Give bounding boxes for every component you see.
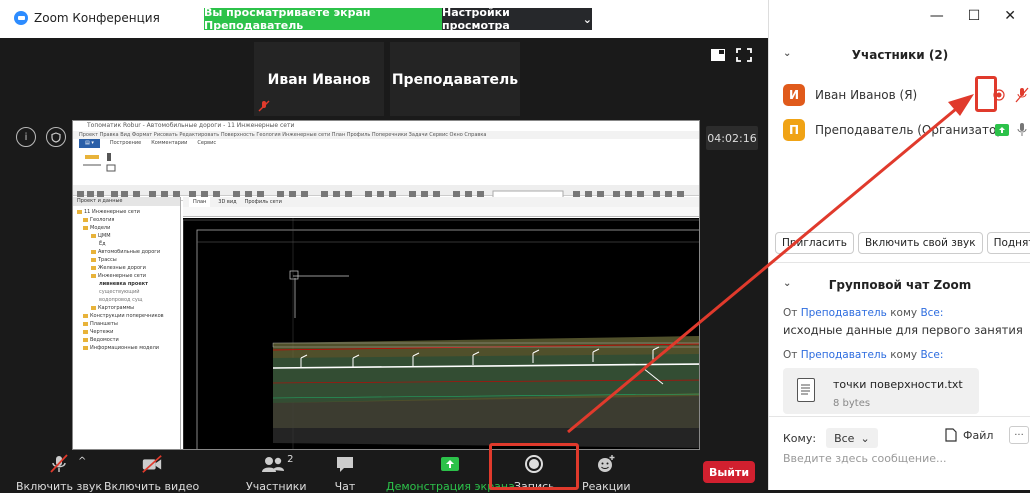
chevron-down-icon: ⌄ [582,12,592,26]
zoom-window: Zoom Конференция Вы просматриваете экран… [0,0,1030,493]
chevron-down-icon[interactable]: ⌄ [783,278,791,289]
raise-hand-button[interactable]: Поднять руку [986,232,1030,254]
participants-count: 2 [287,453,294,465]
chevron-down-icon: ⌄ [860,431,870,445]
chevron-up-icon: ^ [78,456,87,467]
divider [769,416,1030,417]
shared-toolbar [73,185,699,199]
mic-icon[interactable] [1017,122,1027,138]
participants-icon [262,457,285,472]
avatar: П [783,119,805,141]
viewing-banner: Вы просматриваете экран Преподаватель [204,6,442,32]
reactions-button[interactable]: Реакции [582,454,631,493]
cad-drawing [183,218,699,449]
participants-button[interactable]: 2 Участники [246,454,307,493]
fullscreen-icon[interactable] [736,48,752,62]
project-tree: Проект и данные 11 Инженерные сети Геоло… [73,197,181,449]
chat-header: ⌄ Групповой чат Zoom [783,278,972,292]
chat-meta: От Преподаватель кому Все: [783,349,944,361]
title-bar: Zoom Конференция Вы просматриваете экран… [0,0,768,38]
sender-link[interactable]: Преподаватель [801,307,887,319]
ribbon-menu-icon: ▤ ▾ [79,139,100,148]
close-icon[interactable]: ✕ [1004,8,1016,24]
participant-actions: Пригласить Включить свой звук Поднять ру… [769,232,1030,256]
mic-muted-icon [258,100,270,112]
meeting-toolbar: Включить звук ^ Включить видео 2 Участни… [0,450,768,493]
mic-muted-icon [50,454,68,473]
recording-indicator-highlight-box [975,76,997,112]
app-title: Zoom Конференция [14,11,160,25]
chat-message-text: исходные данные для первого занятия [783,323,1023,337]
chat-button[interactable]: Чат [334,454,356,493]
invite-button[interactable]: Пригласить [775,232,854,254]
participant-row[interactable]: П Преподаватель (Организатор) [783,117,1030,143]
chevron-down-icon[interactable]: ⌄ [783,48,791,59]
file-icon [945,428,957,442]
participant-name: Преподаватель (Организатор) [815,123,1009,137]
file-name: точки поверхности.txt [833,378,963,391]
meeting-timer: 04:02:16 [706,126,758,150]
file-attachment[interactable]: точки поверхности.txt 8 bytes [783,368,979,414]
meeting-area: Zoom Конференция Вы просматриваете экран… [0,0,768,493]
chat-input[interactable]: Введите здесь сообщение... [783,452,947,465]
thumbnail-teacher[interactable]: Преподаватель [390,42,520,116]
participant-name: Иван Иванов (Я) [815,88,918,102]
window-controls: — ☐ ✕ [930,8,1030,24]
mic-muted-icon[interactable] [1015,87,1029,103]
zoom-logo-icon [14,11,28,25]
meeting-info-controls: i [16,127,66,147]
mute-options-chevron[interactable]: ^ [78,456,86,467]
view-settings-button[interactable]: Настройки просмотра ⌄ [442,6,592,32]
more-options-button[interactable]: ··· [1009,426,1029,444]
thumbnail-ivan[interactable]: Иван Иванов [254,42,384,116]
recipient-select[interactable]: Все ⌄ [826,428,878,448]
file-size: 8 bytes [833,398,871,409]
info-icon[interactable]: i [16,127,36,147]
shared-app-menu: Проект Правка Вид Формат Рисовать Редакт… [73,131,699,139]
leave-button[interactable]: Выйти [703,461,755,483]
view-toolbar [183,207,699,217]
side-panel: — ☐ ✕ ⌄ Участники (2) И Иван Иванов (Я) … [768,0,1030,490]
minimize-icon[interactable]: — [930,8,944,24]
sharing-screen-icon [995,124,1009,136]
reactions-icon [598,455,615,472]
shared-app-title: Топоматик Robur - Автомобильные дороги -… [73,121,699,131]
gallery-layout-icon[interactable] [710,48,726,62]
mute-button[interactable]: Включить звук [16,454,102,493]
shield-icon[interactable] [46,127,66,147]
chat-meta: От Преподаватель кому Все: [783,307,944,319]
divider [769,262,1030,263]
shared-screen: Топоматик Robur - Автомобильные дороги -… [72,120,700,450]
video-thumbnails: Иван Иванов Преподаватель [0,38,768,120]
sender-link[interactable]: Преподаватель [801,349,887,361]
unmute-self-button[interactable]: Включить свой звук [857,232,983,254]
avatar: И [783,84,805,106]
document-icon [797,378,815,402]
record-highlight-box [489,443,579,490]
view-tabs: План 3D вид Профиль сети [183,197,699,207]
layout-controls [710,48,752,62]
participants-header: ⌄ Участники (2) [783,48,949,62]
share-screen-icon [441,457,460,471]
chat-icon [337,457,353,472]
shared-ribbon-tabs: ▤ ▾ Построение Комментарии Сервис [73,139,699,148]
video-button[interactable]: Включить видео [104,454,199,493]
cad-drawing-canvas [183,218,699,449]
file-button[interactable]: Файл [945,428,993,442]
video-off-icon [141,455,162,473]
maximize-icon[interactable]: ☐ [968,8,981,24]
